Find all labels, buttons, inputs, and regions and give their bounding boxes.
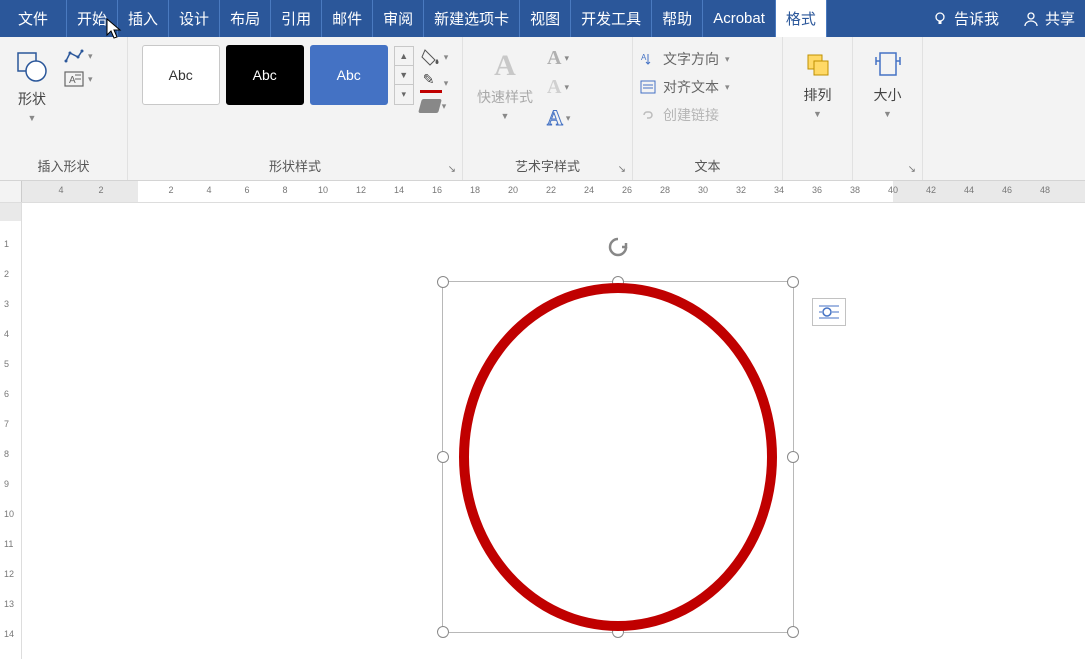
text-box-button[interactable]: A ▾ (64, 71, 93, 87)
quick-styles-button: A 快速样式 ▼ (469, 45, 541, 125)
style-preset-1[interactable]: Abc (142, 45, 220, 105)
text-box-icon: A (64, 71, 84, 87)
style-preset-3[interactable]: Abc (310, 45, 388, 105)
tab-view[interactable]: 视图 (520, 0, 571, 37)
tab-insert[interactable]: 插入 (118, 0, 169, 37)
group-insert-shapes: 形状 ▼ ▾ A ▾ 插入形状 (0, 37, 128, 180)
group-label-text: 文本 (639, 153, 776, 178)
style-preset-2[interactable]: Abc (226, 45, 304, 105)
tell-me[interactable]: 告诉我 (918, 0, 1013, 37)
tab-layout[interactable]: 布局 (220, 0, 271, 37)
shapes-icon (14, 49, 50, 85)
tab-acrobat[interactable]: Acrobat (703, 0, 776, 37)
align-text-icon (639, 79, 657, 95)
text-fill-button[interactable]: A▾ (547, 47, 570, 70)
resize-handle-ml[interactable] (437, 451, 449, 463)
shape-effects-button[interactable]: ▾ (420, 99, 449, 113)
arrange-icon (802, 49, 834, 81)
svg-text:A: A (69, 75, 76, 86)
tab-help[interactable]: 帮助 (652, 0, 703, 37)
outline-icon (420, 73, 442, 93)
resize-handle-bl[interactable] (437, 626, 449, 638)
align-text-button[interactable]: 对齐文本▾ (639, 77, 730, 97)
A-outline-icon: A (547, 76, 561, 99)
effects-icon (418, 99, 442, 113)
launcher-icon[interactable]: ↘ (908, 164, 916, 175)
menu-bar: 文件 开始 插入 设计 布局 引用 邮件 审阅 新建选项卡 视图 开发工具 帮助… (0, 0, 1085, 37)
shapes-button[interactable]: 形状 ▼ (6, 45, 58, 127)
tab-format[interactable]: 格式 (776, 0, 827, 37)
resize-handle-mr[interactable] (787, 451, 799, 463)
A-fill-icon: A (547, 47, 561, 70)
ribbon: 形状 ▼ ▾ A ▾ 插入形状 Abc Abc Abc (0, 37, 1085, 181)
lightbulb-icon (932, 11, 948, 27)
chevron-down-icon: ▼ (28, 113, 37, 123)
layout-options-button[interactable] (812, 298, 846, 326)
group-size: 大小 ▼ ↘ (853, 37, 923, 180)
text-outline-button[interactable]: A▾ (547, 76, 570, 99)
group-arrange: 排列 ▼ (783, 37, 853, 180)
work-area: 1234567891011121314 (0, 203, 1085, 659)
A-effects-icon: A (547, 105, 563, 131)
shape-outline-button[interactable]: ▾ (420, 73, 449, 93)
text-effects-button[interactable]: A▾ (547, 105, 570, 131)
gallery-more[interactable]: ▾ (395, 85, 413, 104)
ruler-vertical[interactable]: 1234567891011121314 (0, 203, 22, 659)
edit-shape-button[interactable]: ▾ (64, 49, 93, 63)
wordart-A-icon: A (494, 49, 516, 83)
text-direction-button[interactable]: A 文字方向▾ (639, 49, 730, 69)
svg-text:A: A (641, 53, 647, 62)
group-wordart: A 快速样式 ▼ A▾ A▾ A▾ 艺术字样式↘ (463, 37, 633, 180)
group-label-shape-styles: 形状样式↘ (134, 153, 456, 178)
tab-developer[interactable]: 开发工具 (571, 0, 652, 37)
edit-points-icon (64, 49, 84, 63)
share-button[interactable]: 共享 (1013, 0, 1085, 37)
fill-icon (420, 47, 442, 67)
arrange-button[interactable]: 排列 ▼ (794, 45, 842, 123)
link-icon (639, 107, 657, 123)
document-canvas[interactable] (22, 203, 1085, 659)
resize-handle-br[interactable] (787, 626, 799, 638)
gallery-down[interactable]: ▼ (395, 66, 413, 85)
layout-options-icon (817, 302, 841, 322)
gallery-nav: ▲ ▼ ▾ (394, 46, 414, 105)
group-text: A 文字方向▾ 对齐文本▾ 创建链接 文本 (633, 37, 783, 180)
group-label-insert-shapes: 插入形状 (6, 153, 121, 178)
mouse-cursor-icon (106, 18, 124, 42)
rotate-handle[interactable] (606, 235, 630, 265)
shape-fill-button[interactable]: ▾ (420, 47, 449, 67)
circle-shape[interactable] (459, 283, 777, 631)
tab-file[interactable]: 文件 (0, 0, 67, 37)
tab-references[interactable]: 引用 (271, 0, 322, 37)
size-button[interactable]: 大小 ▼ (864, 45, 912, 123)
tab-design[interactable]: 设计 (169, 0, 220, 37)
text-direction-icon: A (639, 51, 657, 67)
tab-custom[interactable]: 新建选项卡 (424, 0, 520, 37)
group-shape-styles: Abc Abc Abc ▲ ▼ ▾ ▾ ▾ ▾ (128, 37, 463, 180)
resize-handle-tr[interactable] (787, 276, 799, 288)
launcher-icon[interactable]: ↘ (618, 164, 626, 175)
tab-review[interactable]: 审阅 (373, 0, 424, 37)
size-icon (872, 49, 904, 81)
create-link-button: 创建链接 (639, 105, 730, 125)
person-icon (1023, 11, 1039, 27)
gallery-up[interactable]: ▲ (395, 47, 413, 66)
ruler-horizontal[interactable]: 4 2 246810121416182022242628303234363840… (0, 181, 1085, 203)
resize-handle-tl[interactable] (437, 276, 449, 288)
launcher-icon[interactable]: ↘ (448, 164, 456, 175)
group-label-wordart: 艺术字样式↘ (469, 153, 626, 178)
tab-mail[interactable]: 邮件 (322, 0, 373, 37)
